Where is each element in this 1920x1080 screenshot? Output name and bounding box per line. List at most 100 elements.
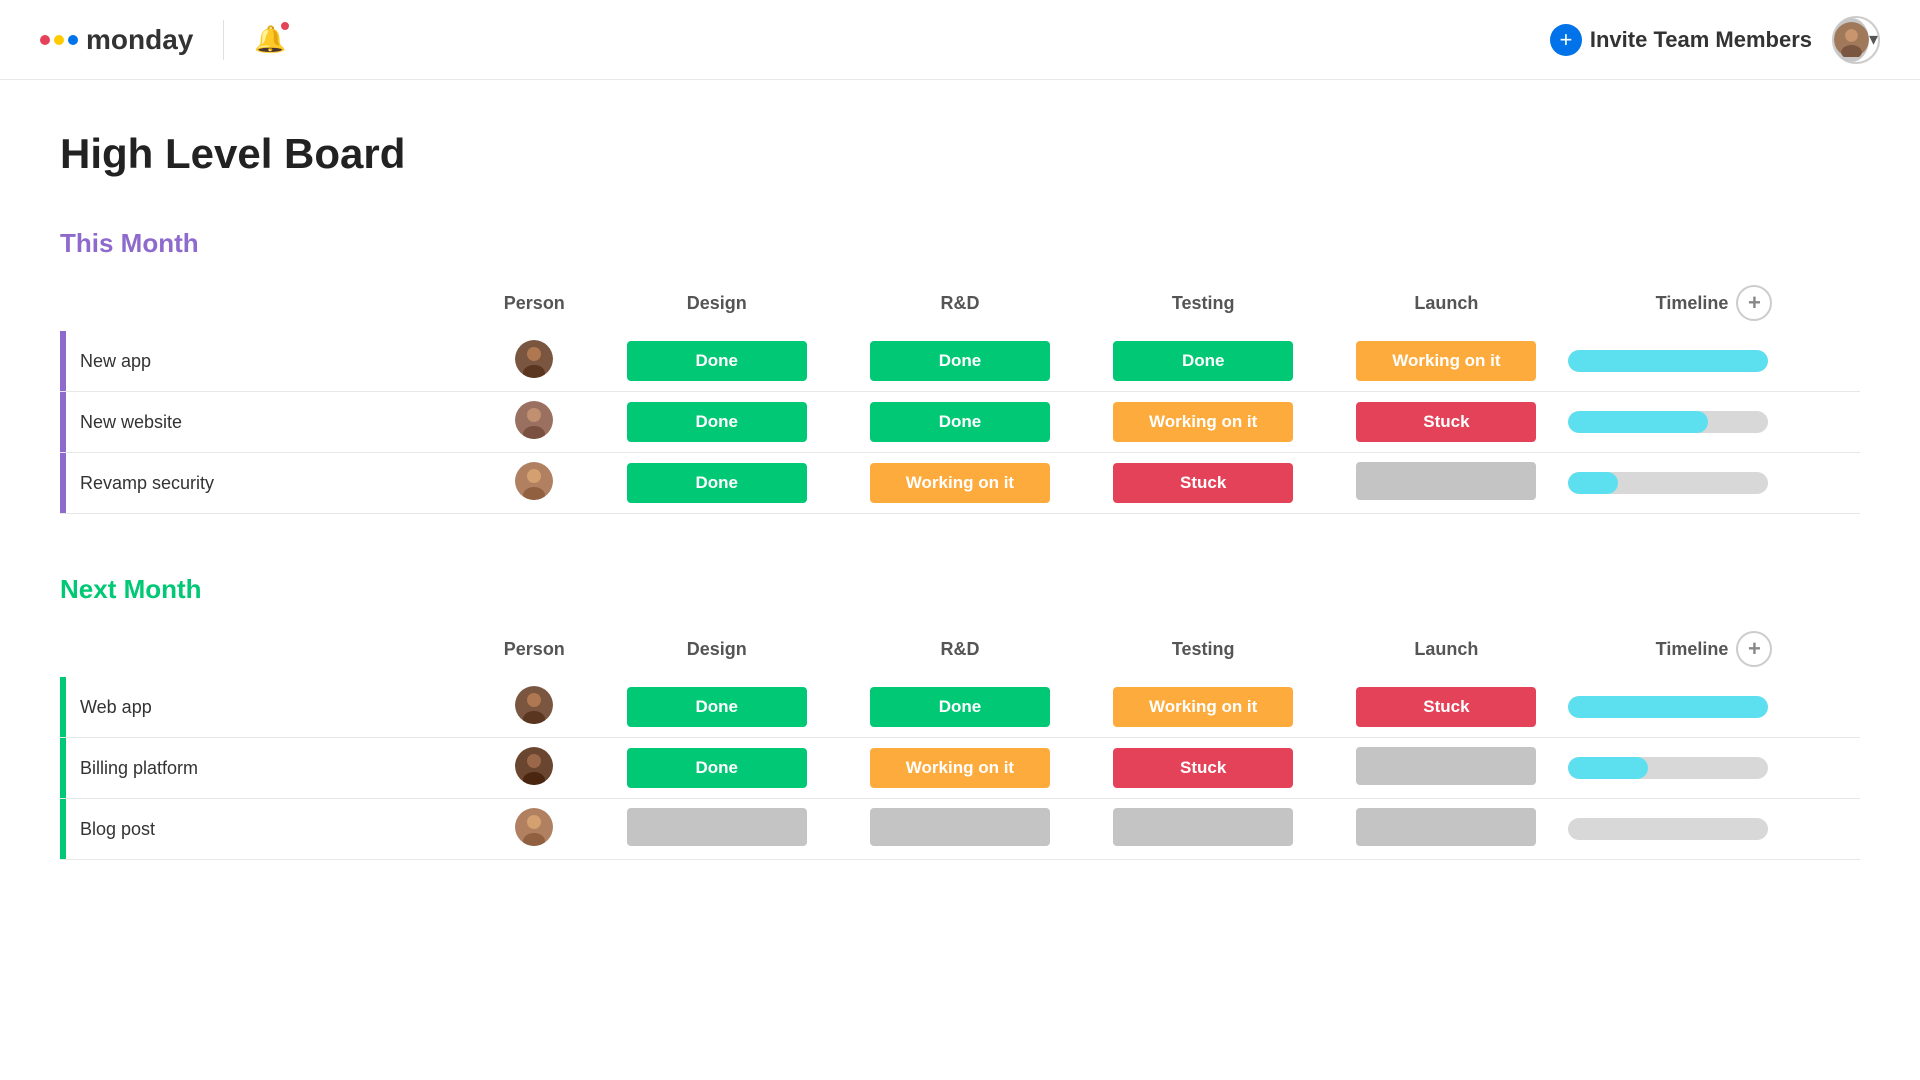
next-month-table: Person Design R&D Testing Launch Timelin… — [60, 621, 1860, 860]
status-badge: Done — [627, 341, 807, 381]
status-badge-empty — [1113, 808, 1293, 846]
next-month-section: Next Month Person Design R&D Testing Lau… — [60, 574, 1860, 860]
design-cell-billing: Done — [595, 738, 838, 799]
col-launch-next: Launch — [1325, 621, 1568, 677]
status-badge: Done — [870, 341, 1050, 381]
add-column-next-button[interactable]: + — [1736, 631, 1772, 667]
person-cell-new-app — [474, 331, 596, 392]
status-badge: Working on it — [870, 748, 1050, 788]
design-cell-revamp: Done — [595, 453, 838, 514]
status-badge: Done — [870, 687, 1050, 727]
timeline-fill — [1568, 411, 1708, 433]
testing-cell-new-website: Working on it — [1082, 392, 1325, 453]
rnd-cell-new-website: Done — [838, 392, 1081, 453]
row-name: New website — [66, 412, 182, 433]
timeline-fill — [1568, 350, 1768, 372]
rnd-cell-revamp: Working on it — [838, 453, 1081, 514]
row-name: Web app — [66, 697, 152, 718]
item-cell-new-app: New app — [60, 331, 474, 392]
page-title: High Level Board — [60, 130, 1860, 178]
status-badge-empty — [870, 808, 1050, 846]
status-badge: Working on it — [1113, 402, 1293, 442]
this-month-section: This Month Person Design R&D Testing Lau… — [60, 228, 1860, 514]
testing-cell-billing: Stuck — [1082, 738, 1325, 799]
launch-cell-new-website: Stuck — [1325, 392, 1568, 453]
table-row: Web app Done Done Work — [60, 677, 1860, 738]
row-name: Billing platform — [66, 758, 198, 779]
status-badge: Done — [627, 748, 807, 788]
person-cell-blog — [474, 799, 596, 860]
col-testing-this: Testing — [1082, 275, 1325, 331]
item-cell-new-website: New website — [60, 392, 474, 453]
next-month-col-headers: Person Design R&D Testing Launch Timelin… — [60, 621, 1860, 677]
user-avatar-wrapper[interactable]: ▾ — [1832, 16, 1880, 64]
design-cell-new-app: Done — [595, 331, 838, 392]
invite-plus-icon: + — [1550, 24, 1582, 56]
avatar — [515, 747, 553, 785]
person-cell-new-website — [474, 392, 596, 453]
status-badge: Stuck — [1113, 463, 1293, 503]
item-cell-revamp-security: Revamp security — [60, 453, 474, 514]
logo-dot-blue — [68, 35, 78, 45]
rnd-cell-new-app: Done — [838, 331, 1081, 392]
header-divider — [223, 20, 224, 60]
rnd-cell-blog — [838, 799, 1081, 860]
row-name: New app — [66, 351, 151, 372]
logo: monday — [40, 24, 193, 56]
status-badge: Done — [627, 402, 807, 442]
col-testing-next: Testing — [1082, 621, 1325, 677]
next-month-title: Next Month — [60, 574, 202, 605]
avatar — [515, 401, 553, 439]
status-badge: Done — [627, 687, 807, 727]
logo-text: monday — [86, 24, 193, 56]
col-rnd-this: R&D — [838, 275, 1081, 331]
user-avatar — [1834, 18, 1869, 62]
status-badge: Working on it — [870, 463, 1050, 503]
avatar-chevron-icon: ▾ — [1869, 29, 1878, 50]
status-badge: Stuck — [1356, 402, 1536, 442]
table-row: Billing platform Done Working on it — [60, 738, 1860, 799]
status-badge: Done — [870, 402, 1050, 442]
table-row: Revamp security Done Working on it — [60, 453, 1860, 514]
avatar — [515, 340, 553, 378]
this-month-col-headers: Person Design R&D Testing Launch Timelin… — [60, 275, 1860, 331]
this-month-header-row: This Month — [60, 228, 1860, 259]
timeline-track — [1568, 818, 1768, 840]
col-person-next: Person — [474, 621, 596, 677]
this-month-table: Person Design R&D Testing Launch Timelin… — [60, 275, 1860, 514]
item-cell-blog: Blog post — [60, 799, 474, 860]
status-badge-empty — [627, 808, 807, 846]
testing-cell-web-app: Working on it — [1082, 677, 1325, 738]
launch-cell-web-app: Stuck — [1325, 677, 1568, 738]
avatar — [515, 686, 553, 724]
status-badge: Stuck — [1113, 748, 1293, 788]
header-right: + Invite Team Members ▾ — [1550, 16, 1880, 64]
app-header: monday 🔔 + Invite Team Members ▾ — [0, 0, 1920, 80]
testing-cell-new-app: Done — [1082, 331, 1325, 392]
invite-team-button[interactable]: + Invite Team Members — [1550, 24, 1812, 56]
table-row: Blog post — [60, 799, 1860, 860]
status-badge-empty — [1356, 747, 1536, 785]
timeline-fill — [1568, 696, 1768, 718]
table-row: New app Done Done Done — [60, 331, 1860, 392]
timeline-cell-revamp — [1568, 453, 1860, 514]
notifications-bell[interactable]: 🔔 — [254, 24, 286, 55]
rnd-cell-web-app: Done — [838, 677, 1081, 738]
status-badge-empty — [1356, 462, 1536, 500]
status-badge: Working on it — [1113, 687, 1293, 727]
person-cell-web-app — [474, 677, 596, 738]
col-person-this: Person — [474, 275, 596, 331]
launch-cell-revamp — [1325, 453, 1568, 514]
add-column-this-button[interactable]: + — [1736, 285, 1772, 321]
design-cell-web-app: Done — [595, 677, 838, 738]
status-badge-empty — [1356, 808, 1536, 846]
logo-dot-yellow — [54, 35, 64, 45]
col-timeline-this: Timeline + — [1568, 275, 1860, 331]
testing-cell-blog — [1082, 799, 1325, 860]
timeline-cell-new-website — [1568, 392, 1860, 453]
col-design-this: Design — [595, 275, 838, 331]
item-cell-web-app: Web app — [60, 677, 474, 738]
col-rnd-next: R&D — [838, 621, 1081, 677]
person-cell-billing — [474, 738, 596, 799]
avatar — [515, 808, 553, 846]
